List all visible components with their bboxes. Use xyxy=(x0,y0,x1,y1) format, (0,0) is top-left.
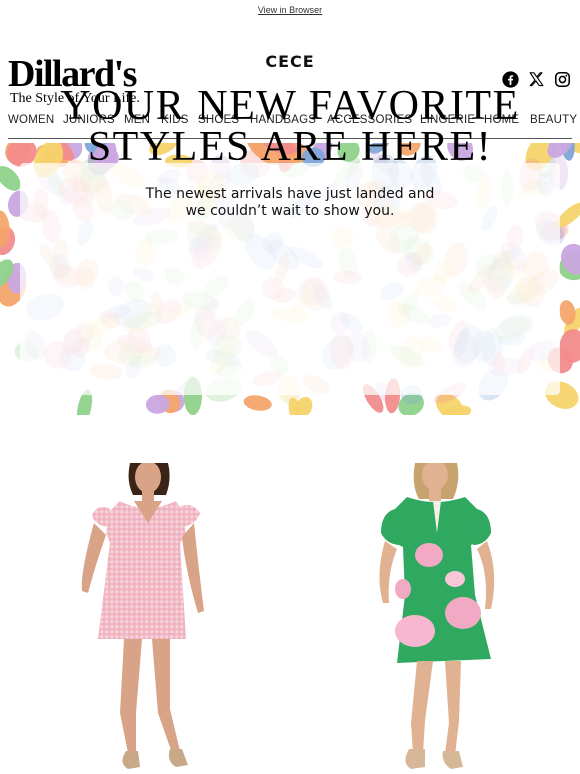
pink-dress-image xyxy=(81,463,204,769)
petal-shape xyxy=(243,395,272,411)
hero-banner[interactable] xyxy=(0,143,580,415)
view-in-browser-link[interactable]: View in Browser xyxy=(0,5,580,15)
hero-headline: YOUR NEW FAVORITE STYLES ARE HERE! xyxy=(0,83,580,170)
hero-subtitle: The newest arrivals have just landed and… xyxy=(0,186,580,220)
hero-headline-line1: YOUR NEW FAVORITE xyxy=(60,83,520,129)
hero-subtitle-line2: we couldn’t wait to show you. xyxy=(185,203,395,219)
green-dress-image xyxy=(379,463,495,769)
product-pink-gingham-dress[interactable] xyxy=(58,463,258,774)
hero-subtitle-line1: The newest arrivals have just landed and xyxy=(145,186,435,202)
hero-headline-line2: STYLES ARE HERE! xyxy=(87,124,493,170)
product-green-floral-dress[interactable] xyxy=(345,463,545,774)
hero-brand-name: CECE xyxy=(265,52,315,71)
